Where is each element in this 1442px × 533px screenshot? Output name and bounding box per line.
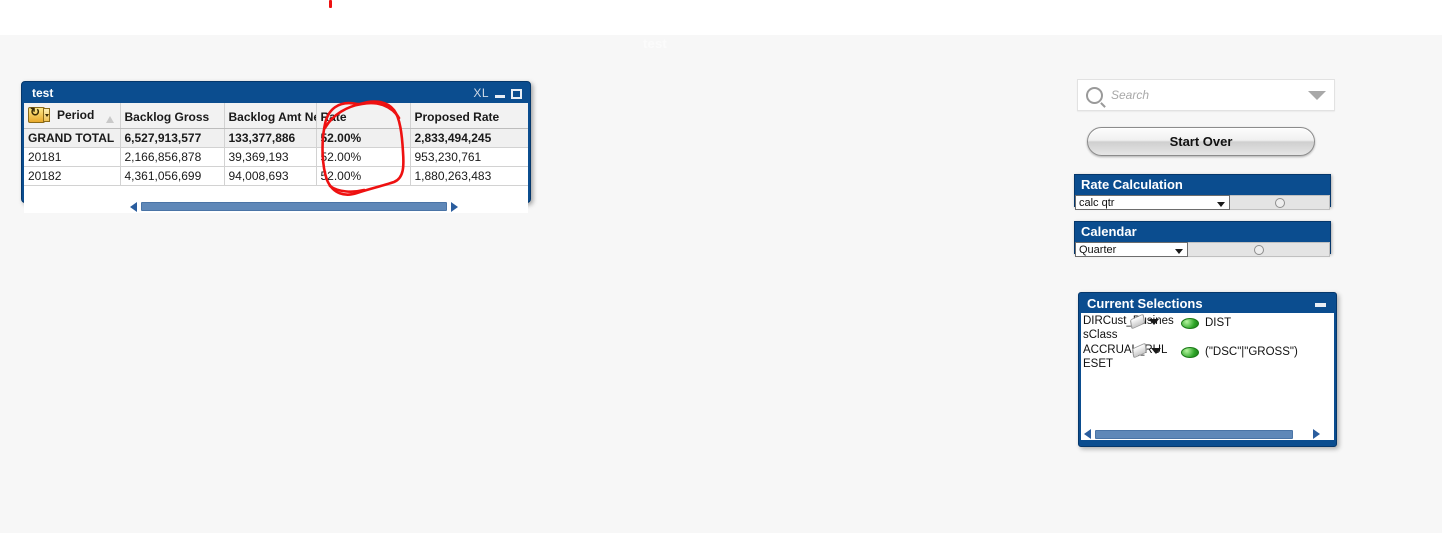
table-header-row: Period Backlog Gross Backlog Amt Net Rat… — [24, 103, 528, 129]
chevron-down-icon[interactable] — [1217, 202, 1225, 207]
cell-rate: 52.00% — [316, 147, 411, 167]
scroll-right-arrow-icon[interactable] — [1313, 429, 1320, 439]
search-input[interactable]: Search — [1111, 88, 1308, 102]
scroll-left-arrow-icon[interactable] — [1084, 429, 1091, 439]
calendar-controls: Quarter — [1075, 242, 1330, 257]
scrollbar-thumb[interactable] — [141, 202, 447, 211]
minimize-icon[interactable] — [1315, 303, 1326, 307]
scrollbar-thumb[interactable] — [1095, 429, 1293, 439]
column-header-backlog-gross[interactable]: Backlog Gross — [120, 103, 225, 129]
page-watermark-title: test — [643, 36, 667, 51]
refresh-icon[interactable] — [28, 105, 50, 123]
chart-table-container: Period Backlog Gross Backlog Amt Net Rat… — [24, 103, 528, 200]
calendar-select[interactable]: Quarter — [1075, 242, 1188, 257]
cell-backlog-amt-net: 39,369,193 — [224, 147, 317, 167]
cell-proposed-rate: 953,230,761 — [410, 147, 528, 167]
rate-calculation-title: Rate Calculation — [1081, 177, 1183, 192]
rate-calculation-selected-value: calc qtr — [1079, 196, 1115, 209]
rate-calculation-select[interactable]: calc qtr — [1075, 195, 1230, 210]
table-body: GRAND TOTAL 6,527,913,577 133,377,886 52… — [24, 128, 528, 186]
selection-value: ("DSC"|"GROSS") — [1205, 346, 1298, 358]
list-item[interactable]: DIRCust_BusinessClass DIST — [1081, 313, 1334, 342]
cell-period: 20181 — [24, 147, 121, 167]
slider-handle-icon[interactable] — [1253, 244, 1264, 255]
chart-titlebar-icons: XL — [473, 84, 522, 103]
scroll-left-arrow-icon[interactable] — [130, 201, 137, 212]
cell-backlog-gross: 6,527,913,577 — [120, 128, 225, 148]
cell-proposed-rate: 2,833,494,245 — [410, 128, 528, 148]
selection-field-name[interactable]: DIRCust_BusinessClass — [1083, 313, 1175, 342]
chevron-down-icon[interactable] — [1151, 348, 1161, 354]
cell-proposed-rate: 1,880,263,483 — [410, 166, 528, 186]
chart-titlebar: test XL — [24, 84, 528, 103]
column-header-period[interactable]: Period — [24, 103, 121, 129]
sort-ascending-icon[interactable] — [105, 115, 114, 123]
selection-field-label: DIRCust_BusinessClass — [1083, 315, 1174, 341]
top-white-band — [0, 0, 1442, 35]
selection-state-green-icon — [1181, 318, 1199, 329]
cell-backlog-amt-net: 133,377,886 — [224, 128, 317, 148]
chart-title: test — [32, 86, 54, 100]
scrollbar-track[interactable] — [1095, 429, 1293, 439]
stray-red-annotation-mark — [329, 0, 332, 8]
cell-period: 20182 — [24, 166, 121, 186]
current-selections-body: DIRCust_BusinessClass DIST ACCRUAL_RULES… — [1081, 313, 1334, 428]
table-row[interactable]: GRAND TOTAL 6,527,913,577 133,377,886 52… — [24, 128, 528, 148]
search-field[interactable]: Search — [1077, 79, 1335, 111]
column-header-label: Period — [57, 108, 95, 122]
cell-backlog-amt-net: 94,008,693 — [224, 166, 317, 186]
search-icon — [1086, 86, 1103, 104]
selection-state-green-icon — [1181, 347, 1199, 358]
cell-backlog-gross: 4,361,056,699 — [120, 166, 225, 186]
table-row[interactable]: 20181 2,166,856,878 39,369,193 52.00% 95… — [24, 147, 528, 167]
table-row[interactable]: 20182 4,361,056,699 94,008,693 52.00% 1,… — [24, 166, 528, 186]
column-header-proposed-rate[interactable]: Proposed Rate — [410, 103, 528, 129]
rate-calculation-controls: calc qtr — [1075, 195, 1330, 210]
rate-calculation-panel[interactable]: Rate Calculation calc qtr — [1074, 174, 1331, 210]
cell-period: GRAND TOTAL — [24, 128, 121, 148]
refresh-dropdown-caret-icon[interactable] — [43, 107, 50, 122]
chevron-down-icon[interactable] — [1149, 319, 1159, 325]
cell-rate: 52.00% — [316, 166, 411, 186]
chevron-down-icon[interactable] — [1308, 90, 1326, 100]
cell-backlog-gross: 2,166,856,878 — [120, 147, 225, 167]
column-header-rate[interactable]: Rate — [316, 103, 411, 129]
minimize-icon[interactable] — [495, 95, 505, 98]
pivot-table: Period Backlog Gross Backlog Amt Net Rat… — [24, 103, 528, 186]
scroll-right-arrow-icon[interactable] — [451, 201, 458, 212]
start-over-button[interactable]: Start Over — [1087, 127, 1315, 156]
calendar-title: Calendar — [1081, 224, 1137, 239]
slider-handle-icon[interactable] — [1274, 197, 1285, 208]
current-selections-horizontal-scrollbar[interactable] — [1081, 428, 1334, 440]
selection-value: DIST — [1205, 317, 1232, 329]
current-selections-titlebar: Current Selections — [1081, 295, 1334, 313]
chart-object-test[interactable]: test XL Period — [21, 81, 531, 213]
calendar-selected-value: Quarter — [1079, 243, 1117, 256]
maximize-icon[interactable] — [511, 88, 522, 99]
selection-field-name[interactable]: ACCRUAL_RULESET — [1083, 342, 1175, 371]
calendar-panel[interactable]: Calendar Quarter — [1074, 221, 1331, 257]
export-to-excel-icon[interactable]: XL — [473, 84, 489, 103]
calendar-slider[interactable] — [1188, 242, 1330, 257]
current-selections-title: Current Selections — [1087, 296, 1203, 311]
scrollbar-track[interactable] — [141, 202, 447, 211]
column-header-backlog-amt-net[interactable]: Backlog Amt Net — [224, 103, 317, 129]
rate-calculation-slider[interactable] — [1230, 195, 1330, 210]
current-selections-panel[interactable]: Current Selections DIRCust_BusinessClass… — [1078, 292, 1337, 447]
cell-rate: 52.00% — [316, 128, 411, 148]
chart-horizontal-scrollbar[interactable] — [24, 200, 528, 213]
list-item[interactable]: ACCRUAL_RULESET ("DSC"|"GROSS") — [1081, 342, 1334, 371]
chevron-down-icon[interactable] — [1175, 249, 1183, 254]
